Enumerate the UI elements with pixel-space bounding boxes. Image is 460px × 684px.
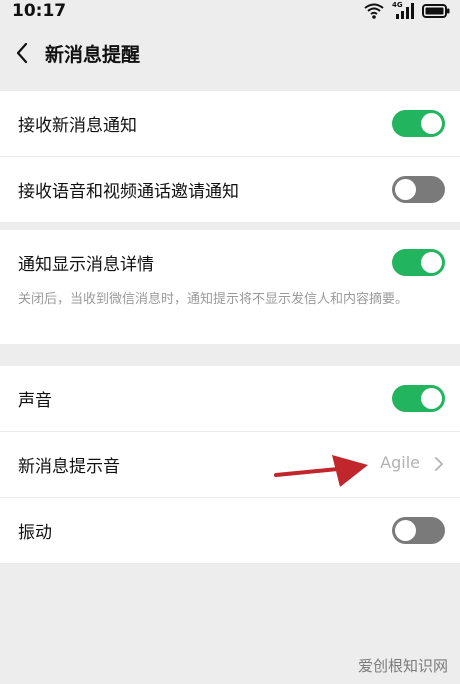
setting-label: 接收新消息通知	[18, 116, 137, 136]
setting-description: 关闭后，当收到微信消息时，通知提示将不显示发信人和内容摘要。	[18, 292, 409, 307]
status-icons: 4G	[364, 1, 450, 19]
nav-header: 新消息提醒	[0, 24, 460, 82]
sound-toggle[interactable]	[392, 385, 445, 412]
toggle-knob	[421, 252, 442, 273]
receive-notifications-toggle[interactable]	[392, 110, 445, 137]
setting-label: 通知显示消息详情	[18, 255, 154, 275]
setting-row-show-details[interactable]: 通知显示消息详情 关闭后，当收到微信消息时，通知提示将不显示发信人和内容摘要。	[0, 230, 460, 344]
annotation-arrow-icon	[274, 455, 368, 487]
vibrate-toggle[interactable]	[392, 517, 445, 544]
call-invites-toggle[interactable]	[392, 176, 445, 203]
chevron-right-icon	[435, 457, 443, 471]
setting-row-vibrate[interactable]: 振动	[0, 497, 460, 563]
setting-label: 振动	[18, 523, 52, 543]
status-time: 10:17	[12, 1, 67, 21]
watermark: 爱创根知识网	[357, 657, 448, 675]
toggle-knob	[395, 179, 416, 200]
toggle-knob	[395, 520, 416, 541]
page-title: 新消息提醒	[45, 44, 141, 66]
signal-icon: 4G	[392, 1, 414, 19]
setting-label: 声音	[18, 391, 52, 411]
setting-label: 新消息提示音	[18, 457, 120, 477]
settings-group-sound: 声音 新消息提示音 Agile 振动	[0, 366, 460, 563]
toggle-knob	[421, 113, 442, 134]
setting-row-receive-notifications[interactable]: 接收新消息通知	[0, 91, 460, 156]
settings-group-notifications: 接收新消息通知 接收语音和视频通话邀请通知	[0, 91, 460, 222]
show-details-toggle[interactable]	[392, 249, 445, 276]
notification-tone-value: Agile	[380, 453, 420, 472]
back-arrow-icon[interactable]	[12, 40, 34, 66]
battery-icon	[422, 4, 450, 18]
setting-row-sound[interactable]: 声音	[0, 366, 460, 431]
status-bar: 10:17 4G	[0, 0, 460, 24]
settings-group-details: 通知显示消息详情 关闭后，当收到微信消息时，通知提示将不显示发信人和内容摘要。	[0, 230, 460, 344]
setting-row-call-invites[interactable]: 接收语音和视频通话邀请通知	[0, 156, 460, 222]
toggle-knob	[421, 388, 442, 409]
setting-row-notification-tone[interactable]: 新消息提示音 Agile	[0, 431, 460, 497]
setting-label: 接收语音和视频通话邀请通知	[18, 182, 239, 202]
wifi-icon	[364, 3, 384, 19]
